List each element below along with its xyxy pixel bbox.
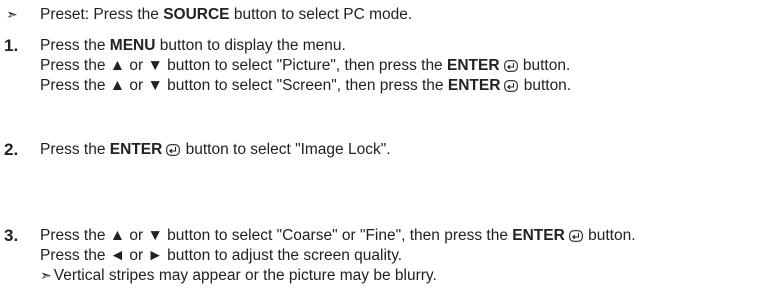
step-text: Press the	[40, 141, 110, 158]
enter-icon	[503, 60, 518, 72]
enter-label: ENTER	[447, 57, 500, 74]
enter-icon	[166, 144, 181, 156]
note-text: Vertical stripes may appear or the pictu…	[53, 267, 437, 284]
step-text: Press the ◄ or ► button to adjust the sc…	[40, 247, 403, 264]
step-text: button to select "Image Lock".	[181, 141, 391, 158]
step-text: button.	[583, 227, 636, 244]
enter-icon	[504, 80, 519, 92]
step-text: button to display the menu.	[155, 37, 346, 54]
step-3-line-1: Press the ▲ or ▼ button to select "Coars…	[40, 226, 636, 245]
step-1-line-2: Press the ▲ or ▼ button to select "Pictu…	[40, 56, 570, 75]
preset-text: Preset: Press the	[40, 6, 164, 23]
step-1-line-1: Press the MENU button to display the men…	[40, 36, 346, 55]
step-2-line-1: Press the ENTER button to select "Image …	[40, 140, 391, 159]
step-3-line-2: Press the ◄ or ► button to adjust the sc…	[40, 246, 402, 265]
step-text: button.	[519, 77, 572, 94]
step-number: 3.	[4, 226, 19, 245]
step-number: 2.	[4, 140, 19, 159]
menu-label: MENU	[109, 37, 156, 54]
step-number: 1.	[4, 36, 19, 55]
arrow-right-icon: ➣	[6, 6, 18, 22]
enter-label: ENTER	[512, 227, 565, 244]
step-3-note: ➣ Vertical stripes may appear or the pict…	[40, 266, 437, 285]
step-1-line-3: Press the ▲ or ▼ button to select "Scree…	[40, 76, 571, 95]
step-text: button.	[518, 57, 571, 74]
preset-text-end: button to select PC mode.	[229, 6, 413, 23]
enter-label: ENTER	[447, 77, 501, 94]
enter-icon	[568, 230, 583, 242]
step-text: Press the ▲ or ▼ button to select "Coars…	[40, 227, 513, 244]
preset-line: Preset: Press the SOURCE button to selec…	[40, 5, 412, 24]
source-label: SOURCE	[163, 6, 230, 23]
step-text: Press the	[40, 37, 110, 54]
enter-label: ENTER	[109, 141, 163, 158]
arrow-right-icon: ➣	[40, 267, 52, 283]
step-text: Press the ▲ or ▼ button to select "Pictu…	[40, 57, 447, 74]
step-text: Press the ▲ or ▼ button to select "Scree…	[40, 77, 448, 94]
